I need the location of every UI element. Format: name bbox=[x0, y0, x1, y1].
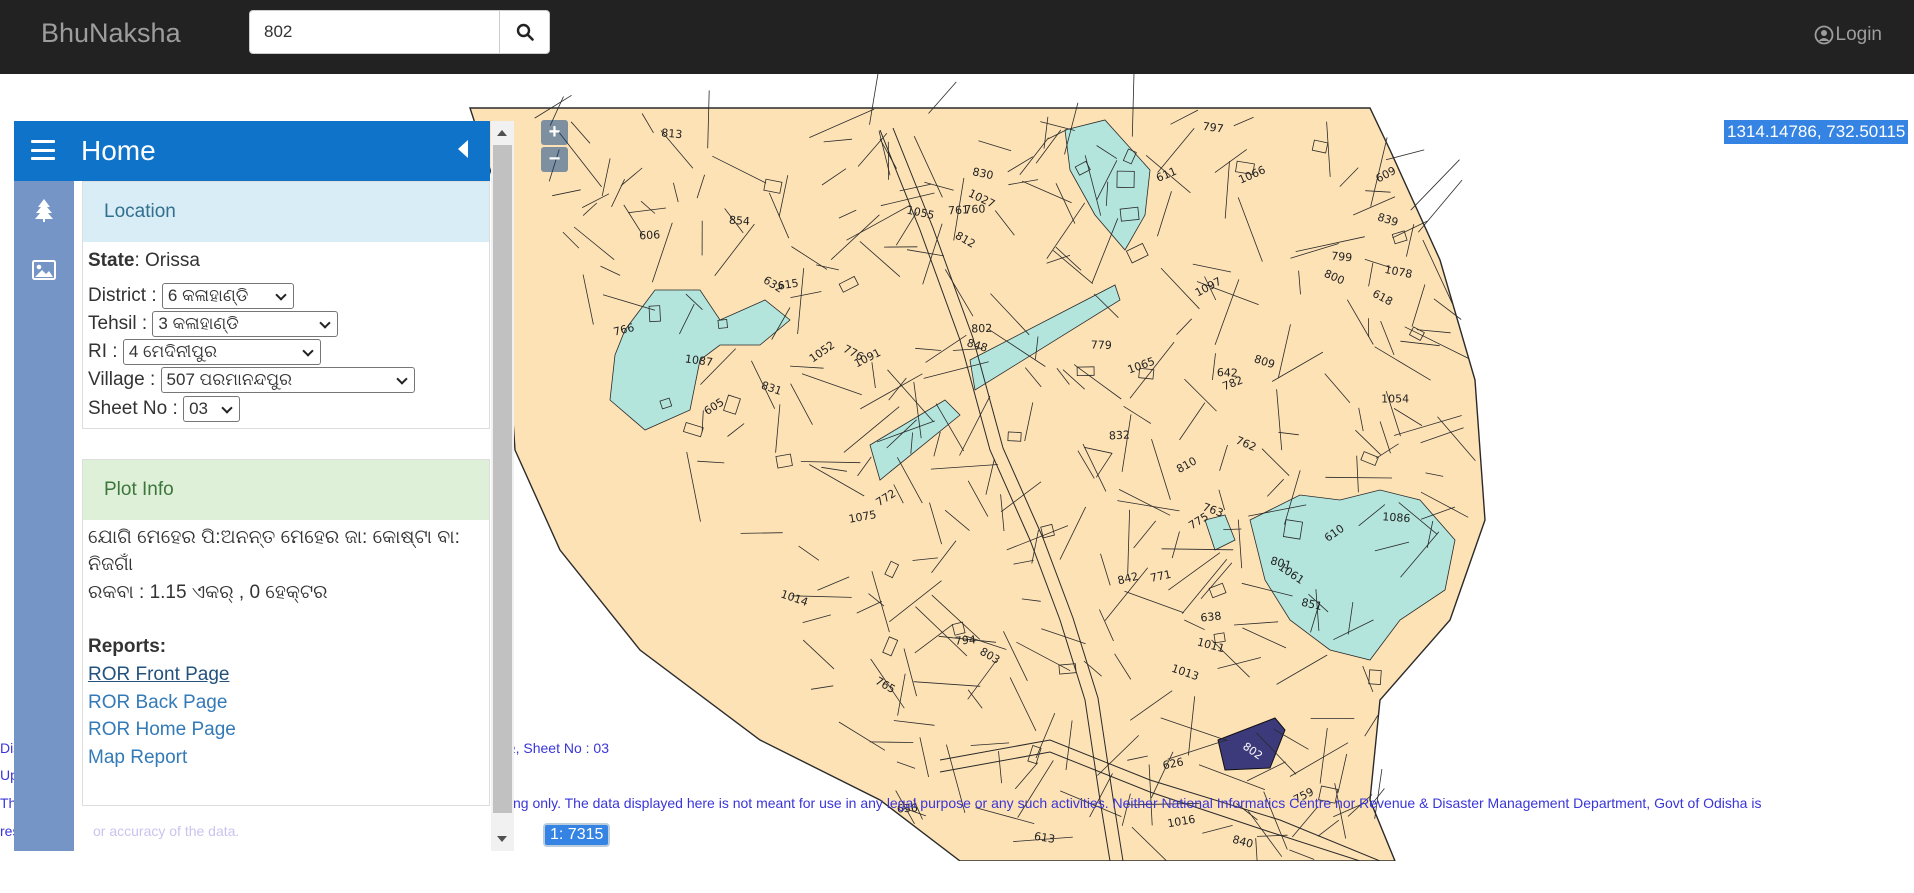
login-label: Login bbox=[1836, 24, 1883, 46]
district-label: District : bbox=[88, 285, 157, 306]
ri-select[interactable]: 4 ମେଦିନୀପୁର bbox=[123, 339, 321, 365]
parcel-label: 1054 bbox=[1381, 392, 1409, 405]
parcel-label: 802 bbox=[971, 322, 992, 336]
plot-area: ରକବା : 1.15 ଏକର୍ , 0 ହେକ୍ଟର bbox=[88, 582, 328, 604]
parcel-label: 854 bbox=[729, 214, 751, 228]
land-area bbox=[470, 108, 1485, 861]
location-panel: Location State: Orissa District : 6 କଳାହ… bbox=[82, 181, 490, 429]
owner-line-1: ଯୋଗି ମେହେର ପି:ଅନନ୍ତ ମେହେର ଜା: କୋଷ୍ଟା ବା: bbox=[88, 527, 460, 549]
village-row: Village : 507 ପରମାନନ୍ଦପୁର bbox=[88, 367, 415, 393]
zoom-out-button[interactable]: − bbox=[541, 147, 568, 172]
parcel-label: 832 bbox=[1109, 428, 1131, 442]
footer-disclaimer-right: ng only. The data displayed here is not … bbox=[513, 795, 1761, 811]
login-link[interactable]: Login bbox=[1814, 24, 1883, 46]
tehsil-row: Tehsil : 3 କଳାହାଣ୍ଡି bbox=[88, 311, 338, 337]
plot-info-panel: Plot Info ଯୋଗି ମେହେର ପି:ଅନନ୍ତ ମେହେର ଜା: … bbox=[82, 459, 490, 806]
sidebar-tab-bar bbox=[14, 181, 74, 851]
tree-icon[interactable] bbox=[31, 197, 57, 223]
plot-info-heading: Plot Info bbox=[83, 460, 489, 520]
top-navbar: BhuNaksha Login bbox=[0, 0, 1914, 74]
parcel-label: 813 bbox=[661, 126, 683, 141]
parcel-label: 760 bbox=[964, 202, 985, 216]
sheet-row: Sheet No : 03 bbox=[88, 396, 240, 422]
search-button[interactable] bbox=[499, 11, 549, 53]
tehsil-label: Tehsil : bbox=[88, 313, 147, 334]
collapse-sidebar-icon[interactable] bbox=[458, 140, 468, 158]
parcel-label: 779 bbox=[1091, 338, 1112, 351]
parcel-label: 794 bbox=[954, 633, 976, 647]
district-select[interactable]: 6 କଳାହାଣ୍ଡି bbox=[162, 283, 294, 309]
parcel-label: 606 bbox=[639, 228, 661, 242]
scroll-up-arrow[interactable] bbox=[497, 130, 507, 136]
state-value: : Orissa bbox=[134, 250, 199, 271]
sidebar-title: Home bbox=[81, 135, 156, 167]
image-icon[interactable] bbox=[31, 257, 57, 283]
menu-icon[interactable] bbox=[31, 140, 55, 160]
zoom-in-button[interactable]: + bbox=[541, 120, 568, 145]
ri-label: RI : bbox=[88, 341, 118, 362]
brand-logo[interactable]: BhuNaksha bbox=[41, 18, 181, 49]
footer-location-line-right: ର, Sheet No : 03 bbox=[505, 740, 609, 757]
info-icon[interactable] bbox=[37, 867, 51, 893]
state-row: State: Orissa bbox=[88, 250, 200, 272]
ror-front-page-link[interactable]: ROR Front Page bbox=[88, 664, 230, 686]
zoom-controls: + − bbox=[541, 120, 568, 172]
plot-search-box bbox=[249, 10, 550, 54]
search-icon bbox=[516, 23, 534, 41]
coordinate-readout: 1314.14786, 732.50115 bbox=[1724, 120, 1908, 144]
plot-search-input[interactable] bbox=[250, 11, 499, 53]
location-heading: Location bbox=[83, 182, 489, 242]
ror-home-page-link[interactable]: ROR Home Page bbox=[88, 719, 236, 741]
user-circle-icon bbox=[1814, 25, 1834, 45]
ror-back-page-link[interactable]: ROR Back Page bbox=[88, 692, 227, 714]
scrollbar-thumb[interactable] bbox=[493, 145, 512, 813]
owner-line-2: ନିଜଗାଁ bbox=[88, 554, 133, 576]
district-row: District : 6 କଳାହାଣ୍ଡି bbox=[88, 283, 294, 309]
state-label: State bbox=[88, 250, 134, 271]
sidebar-content: Location State: Orissa District : 6 କଳାହ… bbox=[74, 181, 490, 791]
map-report-link[interactable]: Map Report bbox=[88, 747, 187, 769]
sidebar-scrollbar[interactable] bbox=[491, 121, 514, 851]
village-label: Village : bbox=[88, 369, 155, 390]
map-scale: 1: 7315 bbox=[543, 823, 610, 847]
sidebar-header: Home bbox=[14, 121, 490, 181]
scroll-down-arrow[interactable] bbox=[497, 836, 507, 842]
parcel-label: 638 bbox=[1200, 609, 1222, 624]
village-select[interactable]: 507 ପରମାନନ୍ଦପୁର bbox=[161, 367, 415, 393]
sidebar-panel: Home Location State: Orissa District : 6… bbox=[14, 121, 489, 851]
ri-row: RI : 4 ମେଦିନୀପୁର bbox=[88, 339, 321, 365]
parcel-label: 799 bbox=[1331, 250, 1353, 265]
parcel-label: 1086 bbox=[1382, 510, 1411, 525]
sheet-select[interactable]: 03 bbox=[183, 396, 240, 422]
tehsil-select[interactable]: 3 କଳାହାଣ୍ଡି bbox=[152, 311, 338, 337]
sheet-label: Sheet No : bbox=[88, 398, 178, 419]
reports-label: Reports: bbox=[88, 636, 166, 658]
